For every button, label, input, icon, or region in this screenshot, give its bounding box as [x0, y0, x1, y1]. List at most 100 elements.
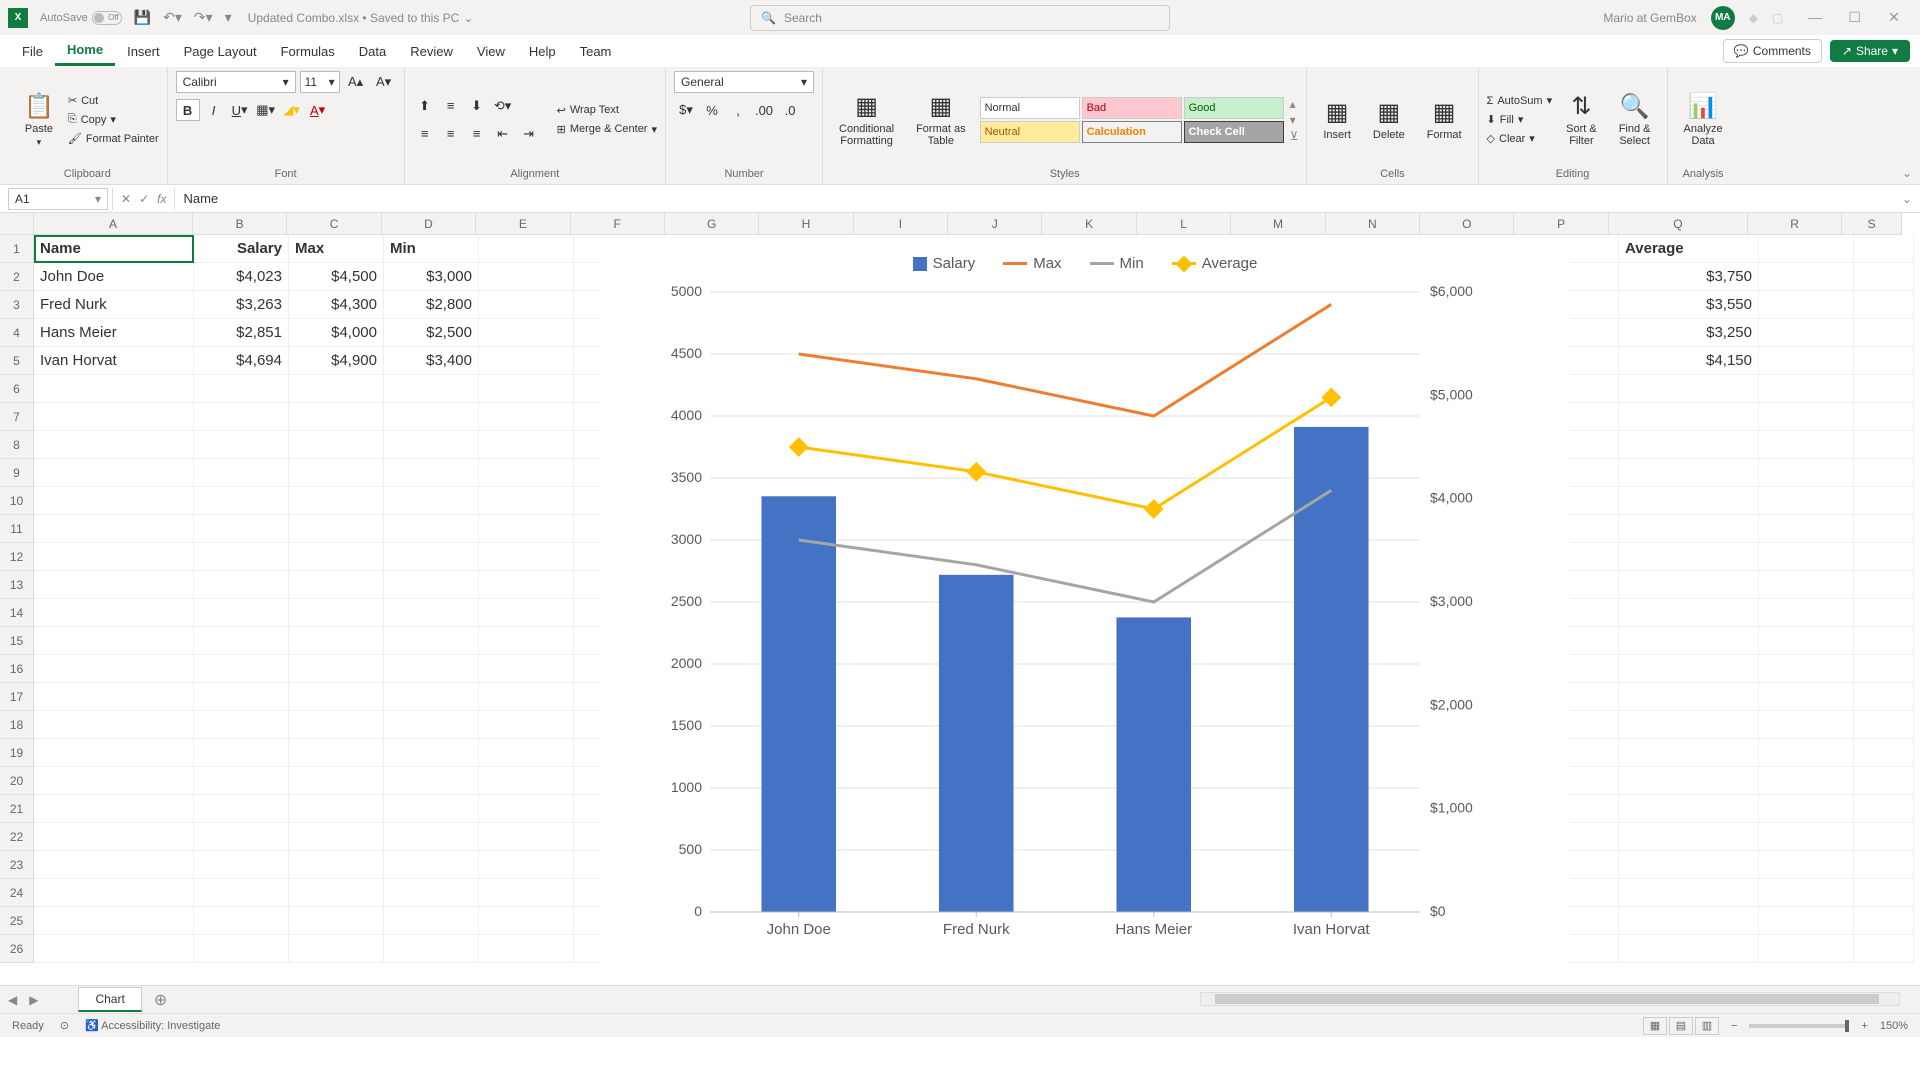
row-header-7[interactable]: 7 [0, 403, 34, 431]
name-box[interactable]: A1▾ [8, 188, 108, 210]
cell-E6[interactable] [479, 375, 574, 403]
cell-D24[interactable] [384, 879, 479, 907]
cell-C1[interactable]: Max [289, 235, 384, 263]
cell-R25[interactable] [1759, 907, 1854, 935]
cell-S5[interactable] [1854, 347, 1914, 375]
cell-R5[interactable] [1759, 347, 1854, 375]
cell-Q9[interactable] [1619, 459, 1759, 487]
cell-Q3[interactable]: $3,550 [1619, 291, 1759, 319]
cell-C25[interactable] [289, 907, 384, 935]
align-middle-button[interactable]: ≡ [439, 95, 463, 117]
cell-A13[interactable] [34, 571, 194, 599]
cell-D1[interactable]: Min [384, 235, 479, 263]
cell-Q5[interactable]: $4,150 [1619, 347, 1759, 375]
tab-view[interactable]: View [465, 38, 517, 65]
cell-D25[interactable] [384, 907, 479, 935]
cell-C13[interactable] [289, 571, 384, 599]
decrease-font-button[interactable]: A▾ [372, 71, 396, 93]
cell-S3[interactable] [1854, 291, 1914, 319]
row-header-9[interactable]: 9 [0, 459, 34, 487]
cell-D16[interactable] [384, 655, 479, 683]
style-check-cell[interactable]: Check Cell [1184, 121, 1284, 143]
col-header-C[interactable]: C [287, 213, 381, 234]
cell-A9[interactable] [34, 459, 194, 487]
row-header-2[interactable]: 2 [0, 263, 34, 291]
cell-S26[interactable] [1854, 935, 1914, 963]
cell-B23[interactable] [194, 851, 289, 879]
col-header-A[interactable]: A [34, 213, 193, 234]
cell-D26[interactable] [384, 935, 479, 963]
font-name-select[interactable]: Calibri▾ [176, 71, 296, 93]
col-header-M[interactable]: M [1231, 213, 1325, 234]
conditional-formatting-button[interactable]: ▦Conditional Formatting [831, 88, 902, 151]
cell-D2[interactable]: $3,000 [384, 263, 479, 291]
format-cells-button[interactable]: ▦Format [1419, 94, 1470, 145]
cell-A3[interactable]: Fred Nurk [34, 291, 194, 319]
cell-R17[interactable] [1759, 683, 1854, 711]
add-sheet-button[interactable]: ⊕ [142, 986, 179, 1014]
cell-A4[interactable]: Hans Meier [34, 319, 194, 347]
cell-D9[interactable] [384, 459, 479, 487]
ribbon-mode-icon[interactable]: ▢ [1772, 11, 1783, 25]
cell-A18[interactable] [34, 711, 194, 739]
cell-B17[interactable] [194, 683, 289, 711]
cell-Q19[interactable] [1619, 739, 1759, 767]
cell-A7[interactable] [34, 403, 194, 431]
fx-icon[interactable]: fx [157, 192, 166, 206]
cell-A6[interactable] [34, 375, 194, 403]
cell-Q7[interactable] [1619, 403, 1759, 431]
row-header-6[interactable]: 6 [0, 375, 34, 403]
cell-C9[interactable] [289, 459, 384, 487]
cell-D6[interactable] [384, 375, 479, 403]
style-bad[interactable]: Bad [1082, 97, 1182, 119]
align-top-button[interactable]: ⬆ [413, 95, 437, 117]
decrease-decimal-button[interactable]: .0 [778, 99, 802, 121]
find-select-button[interactable]: 🔍Find & Select [1611, 88, 1659, 151]
cell-D18[interactable] [384, 711, 479, 739]
bold-button[interactable]: B [176, 99, 200, 121]
cell-R9[interactable] [1759, 459, 1854, 487]
cell-Q16[interactable] [1619, 655, 1759, 683]
col-header-E[interactable]: E [476, 213, 570, 234]
cell-R8[interactable] [1759, 431, 1854, 459]
paste-button[interactable]: 📋 Paste ▾ [16, 88, 62, 152]
cell-R15[interactable] [1759, 627, 1854, 655]
cell-E15[interactable] [479, 627, 574, 655]
cell-E21[interactable] [479, 795, 574, 823]
cell-A20[interactable] [34, 767, 194, 795]
row-header-24[interactable]: 24 [0, 879, 34, 907]
cell-C14[interactable] [289, 599, 384, 627]
cell-A1[interactable]: Name [34, 235, 194, 263]
cell-D13[interactable] [384, 571, 479, 599]
col-header-L[interactable]: L [1137, 213, 1231, 234]
cell-R1[interactable] [1759, 235, 1854, 263]
select-all-button[interactable] [0, 213, 34, 235]
cell-E5[interactable] [479, 347, 574, 375]
diamond-icon[interactable]: ◆ [1749, 11, 1758, 25]
cell-A5[interactable]: Ivan Horvat [34, 347, 194, 375]
align-center-button[interactable]: ≡ [439, 123, 463, 145]
cell-A26[interactable] [34, 935, 194, 963]
row-header-1[interactable]: 1 [0, 235, 34, 263]
cell-B25[interactable] [194, 907, 289, 935]
cell-B19[interactable] [194, 739, 289, 767]
wrap-text-button[interactable]: ↩ Wrap Text [557, 104, 657, 117]
cell-D12[interactable] [384, 543, 479, 571]
cell-B1[interactable]: Salary [194, 235, 289, 263]
col-header-H[interactable]: H [759, 213, 853, 234]
cell-B2[interactable]: $4,023 [194, 263, 289, 291]
cell-B21[interactable] [194, 795, 289, 823]
macro-icon[interactable]: ⊙ [60, 1019, 69, 1032]
cell-R2[interactable] [1759, 263, 1854, 291]
cell-A11[interactable] [34, 515, 194, 543]
percent-button[interactable]: % [700, 99, 724, 121]
cell-S18[interactable] [1854, 711, 1914, 739]
cell-E7[interactable] [479, 403, 574, 431]
cell-D19[interactable] [384, 739, 479, 767]
qat-customize-icon[interactable]: ▾ [225, 9, 232, 26]
cell-R16[interactable] [1759, 655, 1854, 683]
cell-C17[interactable] [289, 683, 384, 711]
merge-center-button[interactable]: ⊞ Merge & Center ▾ [557, 123, 657, 136]
increase-font-button[interactable]: A▴ [344, 71, 368, 93]
save-icon[interactable]: 💾 [134, 9, 151, 26]
